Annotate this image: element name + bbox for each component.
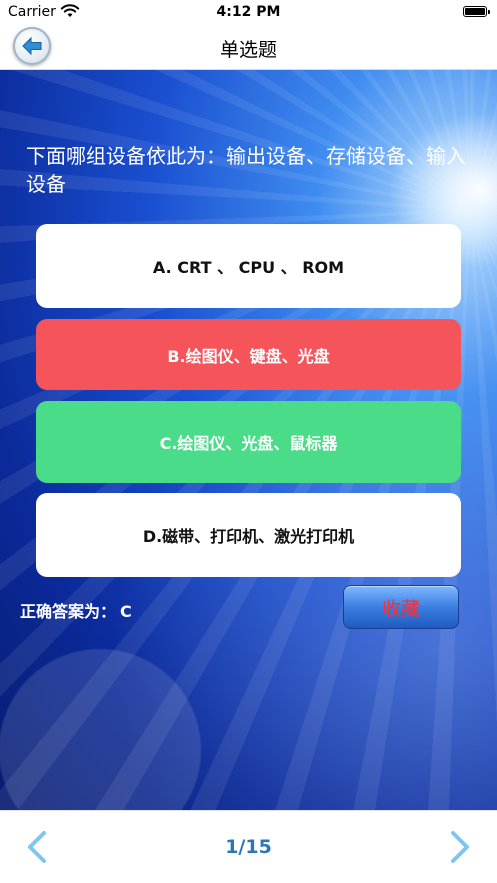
- correct-answer-value: C: [120, 602, 132, 621]
- correct-answer-label: 正确答案为：: [20, 602, 117, 621]
- page-indicator: 1/15: [225, 836, 272, 858]
- quiz-content: 下面哪组设备依此为：输出设备、存储设备、输入设备 A. CRT 、 CPU 、 …: [0, 70, 497, 810]
- question-text: 下面哪组设备依此为：输出设备、存储设备、输入设备: [26, 144, 466, 196]
- navigation-bar: 单选题: [0, 24, 497, 70]
- option-d-button[interactable]: D.磁带、打印机、激光打印机: [36, 493, 461, 577]
- favorite-button[interactable]: 收藏: [343, 585, 459, 629]
- status-time: 4:12 PM: [216, 4, 281, 20]
- pagination-bar: 1/15: [0, 810, 497, 883]
- option-a-button[interactable]: A. CRT 、 CPU 、 ROM: [36, 224, 461, 308]
- option-b-button[interactable]: B.绘图仪、键盘、光盘: [36, 319, 461, 390]
- battery-icon: [463, 6, 490, 17]
- correct-answer: 正确答案为： C: [20, 598, 132, 622]
- status-bar: Carrier 4:12 PM: [0, 0, 497, 24]
- next-button[interactable]: [445, 827, 475, 867]
- chevron-right-icon: [451, 831, 469, 863]
- page-title: 单选题: [219, 39, 277, 61]
- option-c-button[interactable]: C.绘图仪、光盘、鼠标器: [36, 401, 461, 483]
